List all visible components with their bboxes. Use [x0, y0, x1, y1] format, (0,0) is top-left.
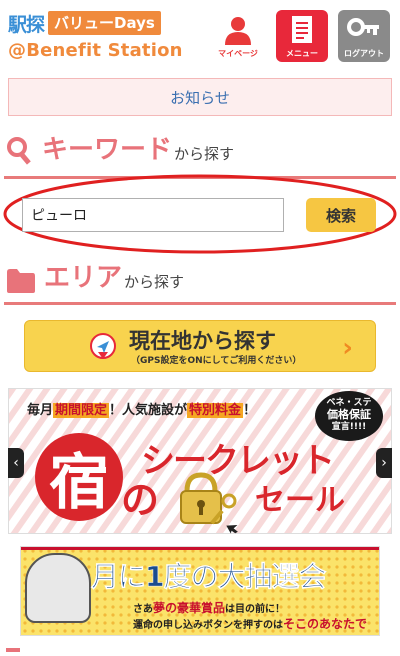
user-icon — [225, 17, 251, 45]
menu-button[interactable]: メニュー — [276, 10, 328, 62]
notice-label: お知らせ — [170, 88, 230, 107]
line1-highlight: 夢の豪華賞品 — [153, 601, 226, 615]
banner-sale-text: セール — [255, 483, 345, 518]
badge-line-3: 宣言!!!! — [331, 422, 367, 432]
line1-prefix: さあ — [133, 604, 153, 615]
current-location-label: 現在地から探す — [129, 329, 276, 353]
area-section-heading: エリア から探す — [6, 262, 184, 294]
keyword-search-input[interactable] — [22, 198, 284, 232]
cursor-arrow-icon — [226, 525, 238, 534]
area-title: エリア — [44, 263, 123, 293]
tagline-suffix: ！ — [243, 403, 257, 418]
lottery-line-1: さあ夢の豪華賞品は目の前に！ — [133, 599, 285, 616]
logo-top-row: 駅探 バリューDays — [8, 10, 208, 36]
tagline-mid: ！人気施設が — [109, 403, 188, 418]
logo-benefit-station: @Benefit Station — [8, 40, 183, 61]
gps-note: （GPS設定をONにしてご利用ください） — [131, 356, 302, 366]
tagline-special: 特別料金 — [187, 403, 244, 418]
lottery-banner[interactable]: 月に1度の大抽選会 さあ夢の豪華賞品は目の前に！ 運命の申し込みボタンを押すのは… — [20, 546, 380, 636]
secret-sale-banner[interactable]: 毎月 期間限定 ！人気施設が 特別料金！ ベネ・ステ 価格保証 宣言!!!! 宿 の … — [8, 388, 392, 534]
lottery-line-2: 運命の申し込みボタンを押すのはそこのあなたです！ — [133, 615, 379, 635]
keyword-search-form: 検索 — [0, 170, 400, 254]
carousel-prev-button[interactable]: ‹ — [8, 448, 24, 478]
next-section-marker — [6, 648, 20, 652]
mypage-label: マイページ — [218, 49, 258, 58]
badge-line-2: 価格保証 — [327, 408, 371, 421]
document-icon — [292, 16, 312, 43]
area-title-suffix: から探す — [124, 273, 185, 291]
tagline-prefix: 毎月 — [27, 403, 54, 418]
notice-link[interactable]: お知らせ — [8, 78, 392, 116]
logo-ekitan: 駅探 — [8, 13, 45, 36]
line1-suffix: は目の前に！ — [225, 604, 286, 615]
banner-yado-circle: 宿 — [35, 433, 123, 521]
line2-prefix: 運命の申し込みボタンを押すのは — [133, 620, 283, 631]
mypage-button[interactable]: マイページ — [212, 10, 264, 62]
site-logo[interactable]: 駅探 バリューDays @Benefit Station — [8, 10, 208, 62]
location-pin-icon — [90, 333, 116, 359]
current-location-button[interactable]: 現在地から探す （GPS設定をONにしてご利用ください） › — [24, 320, 376, 372]
header: 駅探 バリューDays @Benefit Station マイページ メニュー … — [0, 0, 400, 68]
section-divider — [4, 302, 396, 305]
chevron-right-icon: › — [342, 333, 353, 363]
menu-label: メニュー — [286, 49, 318, 58]
search-button[interactable]: 検索 — [306, 198, 376, 232]
padlock-icon — [180, 472, 237, 525]
banner-tagline: 毎月 期間限定 ！人気施設が 特別料金！ — [27, 399, 256, 418]
logo-value-days: バリューDays — [48, 11, 161, 35]
key-icon — [347, 18, 379, 36]
search-icon — [7, 137, 31, 165]
tagline-limited: 期間限定 — [53, 403, 110, 418]
keyword-title: キーワード — [42, 135, 173, 165]
logout-label: ログアウト — [344, 49, 384, 58]
carousel-next-button[interactable]: › — [376, 448, 392, 478]
fist-illustration — [25, 553, 91, 623]
keyword-title-suffix: から探す — [174, 145, 235, 163]
folder-icon — [7, 269, 35, 293]
logout-button[interactable]: ログアウト — [338, 10, 390, 62]
lottery-title: 月に1度の大抽選会 — [91, 560, 327, 594]
keyword-section-heading: キーワード から探す — [6, 134, 234, 166]
